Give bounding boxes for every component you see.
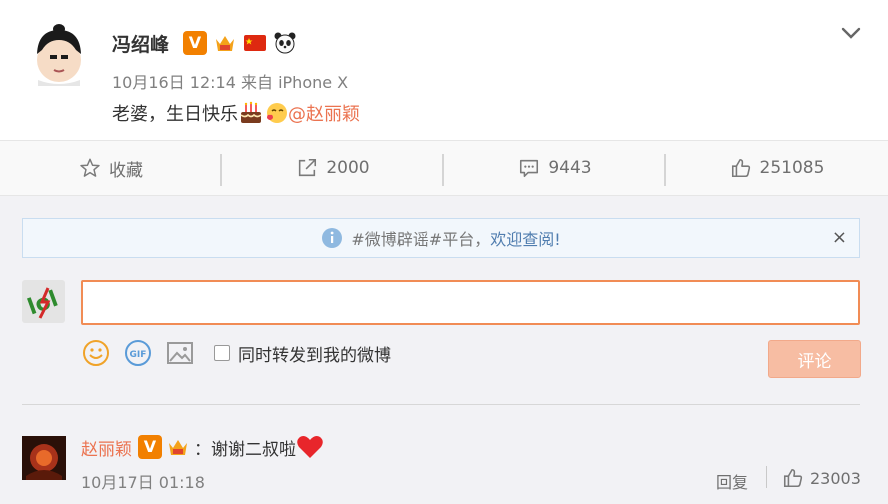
image-icon[interactable] [166,339,194,367]
birthday-cake-emoji [240,101,262,123]
gif-icon[interactable]: GIF [124,339,152,367]
reply-text: 谢谢二叔啦 [211,439,296,460]
emoji-icon[interactable] [82,339,110,367]
like-count: 251085 [759,158,825,178]
favorite-label: 收藏 [109,160,143,181]
star-icon [80,158,100,177]
post-text-body: 老婆，生日快乐 [112,104,238,125]
svg-text:GIF: GIF [130,350,147,360]
post-author-name[interactable]: 冯绍峰 [112,30,169,57]
rumor-notice-banner: #微博辟谣#平台， 欢迎查阅! × [22,218,860,258]
reply-author-name[interactable]: 赵丽颖 [81,435,132,460]
comment-count: 9443 [548,158,592,178]
vip-crown-icon[interactable] [166,435,190,459]
repost-count: 2000 [326,158,370,178]
notice-tag[interactable]: #微博辟谣#平台， [351,226,490,250]
divider [22,404,860,405]
submit-comment-button[interactable]: 评论 [768,340,861,378]
thumbs-up-icon [731,158,750,178]
author-badges: V [183,31,297,55]
panda-icon[interactable] [273,31,297,55]
post-meta: 10月16日 12:14 来自 iPhone X [112,73,349,92]
repost-checkbox[interactable]: 同时转发到我的微博 [214,341,391,366]
notice-link[interactable]: 欢迎查阅! [490,226,560,250]
chevron-down-icon[interactable] [840,22,862,44]
close-icon[interactable]: × [832,227,847,248]
verified-badge[interactable]: V [138,435,162,459]
comment-button[interactable]: 9443 [444,141,666,195]
reply-like-button[interactable]: 23003 [782,467,861,489]
favorite-button[interactable]: 收藏 [0,141,222,195]
vip-crown-icon[interactable] [213,31,237,55]
kiss-emoji [267,103,287,123]
reply-like-count: 23003 [810,468,861,488]
post-text: 老婆，生日快乐 @赵丽颖 [112,100,360,126]
reply-button[interactable]: 回复 [716,469,748,493]
comment-section: #微博辟谣#平台， 欢迎查阅! × lol GIF 同时转发到我的微博 评论 赵… [0,196,888,504]
author-avatar[interactable] [30,24,88,86]
repost-checkbox-label: 同时转发到我的微博 [238,345,391,366]
weibo-post: 冯绍峰 V 10月16日 12:14 来自 iPhone X 老婆，生日快乐 @… [0,0,888,140]
checkbox-icon[interactable] [214,345,230,361]
reply-author-avatar[interactable] [22,436,66,480]
comment-icon [520,159,539,178]
like-button[interactable]: 251085 [666,141,888,195]
heart-emoji [297,436,323,458]
post-actions-bar: 收藏 2000 9443 251085 [0,140,888,196]
info-icon [322,228,343,248]
share-icon [299,158,317,177]
reply-content: 赵丽颖 V ： 谢谢二叔啦 [81,434,324,460]
composer-toolbar: GIF 同时转发到我的微博 [82,339,391,367]
verified-badge[interactable]: V [183,31,207,55]
current-user-avatar[interactable]: lol [22,280,65,323]
mention-link[interactable]: @赵丽颖 [288,100,360,126]
china-flag-icon[interactable] [243,31,267,55]
divider [766,466,767,488]
reply-timestamp: 10月17日 01:18 [81,473,205,492]
reply-colon: ： [194,439,211,460]
thumbs-up-icon [783,468,803,488]
comment-input[interactable] [81,280,860,325]
repost-button[interactable]: 2000 [222,141,444,195]
